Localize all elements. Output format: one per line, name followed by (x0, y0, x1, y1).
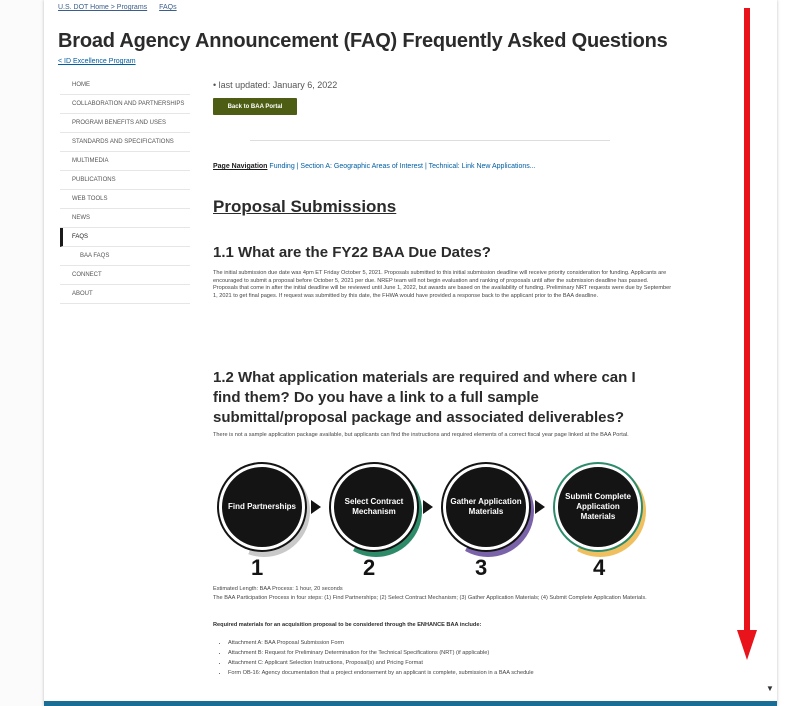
breadcrumb-faqs-link[interactable]: FAQs (159, 4, 177, 11)
step-2-circle: Select Contract Mechanism (331, 464, 417, 550)
step-4-number: 4 (593, 555, 606, 580)
page-navigation: Page Navigation Funding | Section A: Geo… (213, 163, 536, 170)
step-2-label: Select Contract Mechanism (344, 497, 404, 516)
sidebar-nav: HOME COLLABORATION AND PARTNERSHIPS PROG… (60, 76, 190, 304)
last-updated-text: • last updated: January 6, 2022 (213, 80, 338, 90)
step-2-number: 2 (363, 555, 376, 580)
list-item[interactable]: Form OB-16: Agency documentation that a … (228, 668, 678, 678)
step-3-number: 3 (475, 555, 488, 580)
step-4-circle: Submit Complete Application Materials (555, 464, 641, 550)
program-back-link[interactable]: < ID Excellence Program (58, 58, 136, 65)
process-caption: Estimated Length: BAA Process: 1 hour, 2… (213, 586, 343, 592)
sidebar-item-standards[interactable]: STANDARDS AND SPECIFICATIONS (60, 133, 190, 152)
sidebar-item-home[interactable]: HOME (60, 76, 190, 95)
step-1-arrow-icon (311, 500, 321, 514)
step-1-label: Find Partnerships (227, 502, 296, 511)
step-2-arrow-icon (423, 500, 433, 514)
process-description: The BAA Participation Process in four st… (213, 595, 647, 601)
breadcrumb: U.S. DOT Home > Programs FAQs (58, 4, 187, 11)
scroll-down-icon[interactable]: ▼ (766, 684, 774, 693)
proposal-submissions-heading: Proposal Submissions (213, 197, 397, 216)
faq-1-2-heading: 1.2 What application materials are requi… (213, 369, 636, 426)
faq-1-2-body: There is not a sample application packag… (213, 432, 629, 438)
sidebar-item-faqs[interactable]: FAQS (60, 228, 190, 247)
step-1-number: 1 (251, 555, 264, 580)
divider (250, 140, 610, 141)
bottom-bar (44, 701, 777, 706)
baa-process-graphic: Find Partnerships 1 Select Contract Mech… (213, 455, 673, 585)
sidebar-item-web-tools[interactable]: WEB TOOLS (60, 190, 190, 209)
sidebar-item-about[interactable]: ABOUT (60, 285, 190, 304)
scroll-annotation-arrow-icon (737, 630, 757, 660)
required-materials-intro: Required materials for an acquisition pr… (213, 622, 482, 628)
step-3-label: Gather Application Materials (450, 497, 522, 516)
list-item[interactable]: Attachment A: BAA Proposal Submission Fo… (228, 638, 678, 648)
required-materials-list: Attachment A: BAA Proposal Submission Fo… (222, 638, 678, 678)
page-navigation-current[interactable]: Page Navigation (213, 163, 267, 170)
back-to-baa-portal-button[interactable]: Back to BAA Portal (213, 98, 297, 115)
list-item[interactable]: Attachment B: Request for Preliminary De… (228, 648, 678, 658)
step-3-arrow-icon (535, 500, 545, 514)
step-4-label: Submit Complete Application Materials (565, 492, 631, 521)
step-1-circle: Find Partnerships (219, 464, 305, 550)
scroll-annotation-line (744, 8, 750, 633)
sidebar-item-multimedia[interactable]: MULTIMEDIA (60, 152, 190, 171)
step-3-circle: Gather Application Materials (443, 464, 529, 550)
page-title: Broad Agency Announcement (FAQ) Frequent… (58, 30, 668, 52)
sidebar-item-publications[interactable]: PUBLICATIONS (60, 171, 190, 190)
sidebar-item-news[interactable]: NEWS (60, 209, 190, 228)
sidebar-item-connect[interactable]: CONNECT (60, 266, 190, 285)
page-left-margin (0, 0, 44, 706)
sidebar-item-baa-faqs[interactable]: BAA FAQs (60, 247, 190, 266)
faq-1-1-body: The initial submission due date was 4pm … (213, 270, 672, 299)
faq-1-1-heading: 1.1 What are the FY22 BAA Due Dates? (213, 244, 491, 261)
list-item[interactable]: Attachment C: Applicant Selection Instru… (228, 658, 678, 668)
sidebar-item-collaboration[interactable]: COLLABORATION AND PARTNERSHIPS (60, 95, 190, 114)
sidebar-item-program-benefits[interactable]: PROGRAM BENEFITS AND USES (60, 114, 190, 133)
breadcrumb-home-link[interactable]: U.S. DOT Home > Programs (58, 4, 147, 11)
page-navigation-links[interactable]: Funding | Section A: Geographic Areas of… (269, 163, 535, 170)
